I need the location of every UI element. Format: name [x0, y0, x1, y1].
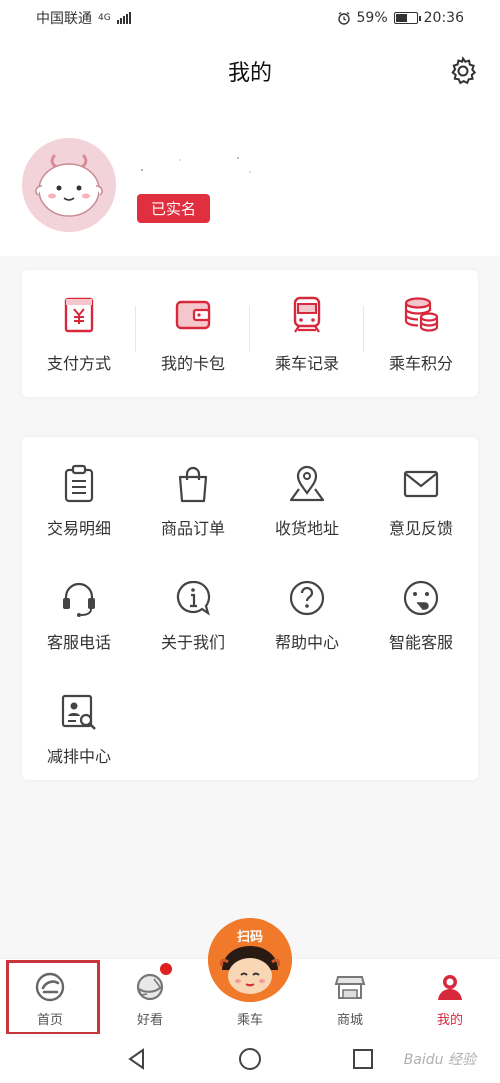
tab-label: 好看 [136, 1013, 163, 1028]
service-emission-center[interactable]: 减排中心 [22, 665, 136, 779]
quick-action-label: 我的卡包 [160, 354, 225, 373]
battery-percent: 59% [356, 10, 388, 26]
service-label: 商品订单 [160, 519, 225, 538]
payment-icon [64, 297, 94, 333]
scan-label: 扫码 [236, 930, 263, 945]
location-map-icon [289, 465, 325, 502]
quick-action-label: 乘车记录 [274, 354, 339, 373]
service-label: 客服电话 [46, 633, 111, 652]
service-label: 智能客服 [388, 633, 453, 652]
service-label: 减排中心 [46, 747, 111, 766]
mail-icon [403, 470, 439, 498]
home-icon[interactable] [237, 1046, 263, 1072]
back-icon[interactable] [124, 1046, 150, 1072]
status-bar: 中国联通 4G 59% 20:36 [0, 0, 500, 36]
tab-label: 商城 [336, 1013, 363, 1028]
quick-action-points[interactable]: 乘车积分 [364, 270, 478, 397]
verified-badge: 已实名 [137, 194, 211, 223]
network-type: 4G [98, 13, 111, 23]
service-label: 意见反馈 [388, 519, 453, 538]
quick-action-payment[interactable]: 支付方式 [22, 270, 136, 397]
tab-store[interactable]: 商城 [300, 959, 400, 1035]
carrier-name: 中国联通 [36, 11, 92, 27]
tab-mine[interactable]: 我的 [400, 959, 500, 1035]
alarm-icon [337, 11, 350, 25]
quick-action-wallet[interactable]: 我的卡包 [136, 270, 250, 397]
quick-action-ride-records[interactable]: 乘车记录 [250, 270, 364, 397]
service-address[interactable]: 收货地址 [250, 437, 364, 551]
clipboard-icon [64, 464, 94, 503]
scan-button[interactable]: 扫码 [208, 918, 292, 1002]
headset-icon [63, 582, 95, 617]
planet-icon [136, 973, 164, 1001]
service-label: 收货地址 [274, 519, 339, 538]
question-icon [289, 580, 325, 616]
chat-bot-icon [403, 580, 439, 616]
battery-icon [393, 12, 421, 24]
page-header: 我的 [0, 36, 500, 106]
service-about[interactable]: 关于我们 [136, 551, 250, 665]
tab-label: 乘车 [236, 1013, 263, 1028]
user-icon [438, 975, 462, 1000]
wallet-icon [175, 300, 211, 330]
tab-discover[interactable]: 好看 [100, 959, 200, 1035]
service-label: 关于我们 [160, 633, 225, 652]
tab-label: 我的 [436, 1013, 463, 1028]
service-transactions[interactable]: 交易明细 [22, 437, 136, 551]
services-card: 交易明细 商品订单 收货地址 意见反馈 客服电话 关于我们 帮助中心 智能客服 [22, 437, 478, 780]
service-smart-support[interactable]: 智能客服 [364, 551, 478, 665]
quick-action-label: 乘车积分 [388, 354, 453, 373]
shopping-bag-icon [178, 466, 208, 503]
page-title: 我的 [227, 61, 272, 86]
dragon-avatar-icon [22, 138, 116, 232]
train-icon [293, 296, 321, 333]
system-nav-bar: Baidu 经验 [0, 1034, 500, 1083]
store-icon [334, 976, 366, 999]
profile-search-icon [61, 694, 96, 730]
profile-section: 已实名 [0, 106, 500, 256]
service-help[interactable]: 帮助中心 [250, 551, 364, 665]
service-label: 帮助中心 [274, 633, 339, 652]
signal-icon [116, 12, 131, 24]
watermark: Baidu 经验 [403, 1052, 476, 1068]
service-label: 交易明细 [46, 519, 111, 538]
service-feedback[interactable]: 意见反馈 [364, 437, 478, 551]
info-icon [176, 580, 211, 616]
gear-icon[interactable] [448, 56, 478, 86]
service-orders[interactable]: 商品订单 [136, 437, 250, 551]
quick-actions-card: 支付方式 我的卡包 乘车记录 乘车积分 [22, 270, 478, 397]
service-phone[interactable]: 客服电话 [22, 551, 136, 665]
quick-action-label: 支付方式 [46, 354, 111, 373]
recents-icon[interactable] [350, 1046, 376, 1072]
clock-time: 20:36 [423, 10, 464, 26]
avatar[interactable] [22, 138, 116, 232]
notification-dot [160, 963, 172, 975]
highlight-box [6, 960, 100, 1035]
coins-icon [404, 297, 439, 332]
username-obscured [141, 157, 251, 173]
